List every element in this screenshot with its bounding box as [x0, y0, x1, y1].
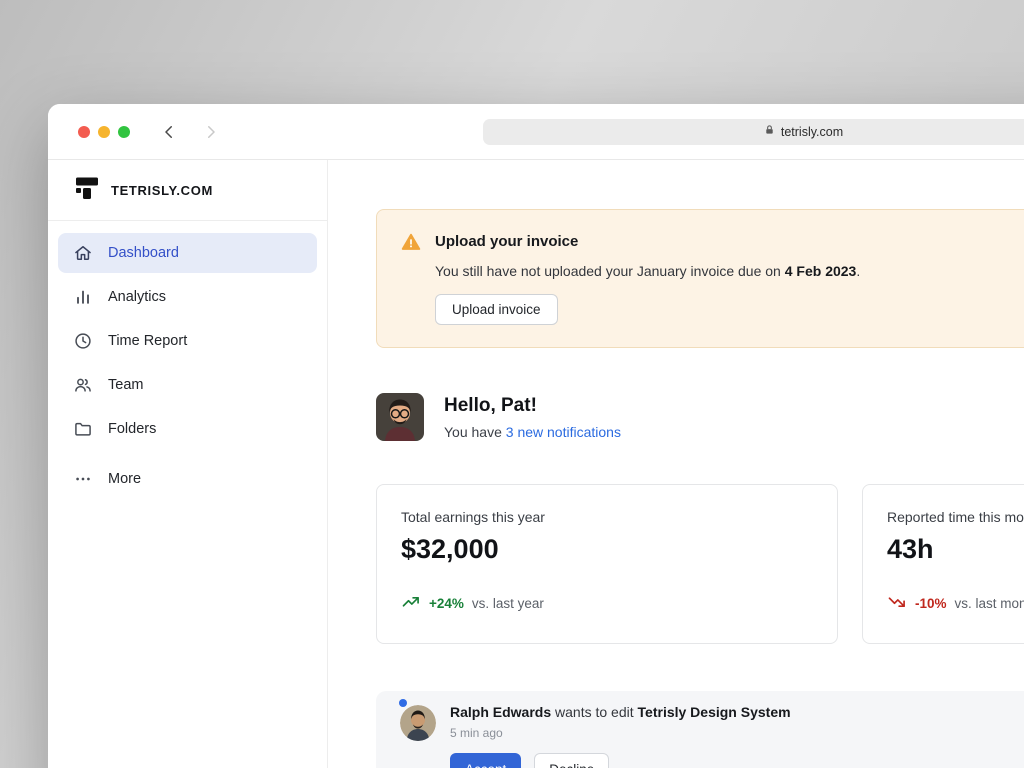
zoom-button[interactable] — [118, 126, 130, 138]
clock-icon — [73, 331, 93, 351]
sidebar-menu: Dashboard Analytics Time Report — [48, 221, 327, 511]
notifications-link[interactable]: 3 new notifications — [506, 424, 621, 440]
browser-chrome: tetrisly.com — [48, 104, 1024, 160]
card-value: 43h — [887, 534, 1024, 565]
logo-text: TETRISLY.COM — [111, 183, 213, 198]
sidebar-item-analytics[interactable]: Analytics — [58, 277, 317, 317]
greeting-section: Hello, Pat! You have 3 new notifications — [376, 393, 1024, 441]
notification-target: Tetrisly Design System — [638, 704, 791, 720]
traffic-lights — [48, 126, 130, 138]
close-button[interactable] — [78, 126, 90, 138]
card-value: $32,000 — [401, 534, 813, 565]
due-date: 4 Feb 2023 — [785, 263, 857, 279]
logo-icon — [74, 175, 100, 206]
invoice-banner: Upload your invoice You still have not u… — [376, 209, 1024, 348]
sidebar-item-label: Time Report — [108, 333, 187, 349]
unread-dot — [399, 699, 407, 707]
url-bar[interactable]: tetrisly.com — [483, 119, 1024, 145]
more-icon — [73, 469, 93, 489]
lock-icon — [764, 124, 775, 139]
back-button[interactable] — [160, 123, 178, 141]
sidebar: TETRISLY.COM Dashboard Analytics — [48, 160, 328, 768]
browser-window: tetrisly.com TETRISLY.COM Dashboard — [48, 104, 1024, 768]
delta-comparison: vs. last month — [955, 596, 1024, 611]
user-avatar — [376, 393, 424, 441]
sidebar-item-label: Team — [108, 377, 143, 393]
forward-button[interactable] — [202, 123, 220, 141]
card-title: Total earnings this year — [401, 509, 813, 525]
sidebar-item-time-report[interactable]: Time Report — [58, 321, 317, 361]
stat-cards: Total earnings this year $32,000 +24% vs… — [376, 484, 1024, 644]
sidebar-item-more[interactable]: More — [58, 459, 317, 499]
earnings-card: Total earnings this year $32,000 +24% vs… — [376, 484, 838, 644]
notification-card: Ralph Edwards wants to edit Tetrisly Des… — [376, 691, 1024, 768]
accept-button[interactable]: Accept — [450, 753, 521, 768]
home-icon — [73, 243, 93, 263]
notification-text: Ralph Edwards wants to edit Tetrisly Des… — [450, 704, 791, 720]
sidebar-item-team[interactable]: Team — [58, 365, 317, 405]
trend-up-icon — [401, 592, 421, 615]
logo[interactable]: TETRISLY.COM — [48, 160, 327, 221]
sidebar-item-label: Dashboard — [108, 245, 179, 261]
main-content: Upload your invoice You still have not u… — [328, 160, 1024, 768]
sidebar-item-label: Analytics — [108, 289, 166, 305]
greeting-title: Hello, Pat! — [444, 395, 621, 417]
minimize-button[interactable] — [98, 126, 110, 138]
folder-icon — [73, 419, 93, 439]
sidebar-item-label: More — [108, 471, 141, 487]
sidebar-item-folders[interactable]: Folders — [58, 409, 317, 449]
team-icon — [73, 375, 93, 395]
card-title: Reported time this month — [887, 509, 1024, 525]
greeting-subtitle: You have 3 new notifications — [444, 424, 621, 440]
sidebar-item-label: Folders — [108, 421, 156, 437]
notification-time: 5 min ago — [450, 726, 791, 740]
sidebar-item-dashboard[interactable]: Dashboard — [58, 233, 317, 273]
url-text: tetrisly.com — [781, 125, 843, 139]
trend-down-icon — [887, 592, 907, 615]
notification-avatar — [400, 705, 436, 741]
delta-value: -10% — [915, 596, 947, 611]
notification-actor: Ralph Edwards — [450, 704, 551, 720]
banner-body: You still have not uploaded your January… — [435, 263, 860, 279]
delta-value: +24% — [429, 596, 464, 611]
delta-comparison: vs. last year — [472, 596, 544, 611]
decline-button[interactable]: Decline — [534, 753, 609, 768]
reported-time-card: Reported time this month 43h -10% vs. la… — [862, 484, 1024, 644]
upload-invoice-button[interactable]: Upload invoice — [435, 294, 558, 325]
warning-icon — [401, 232, 421, 257]
banner-title: Upload your invoice — [435, 232, 860, 250]
analytics-icon — [73, 287, 93, 307]
